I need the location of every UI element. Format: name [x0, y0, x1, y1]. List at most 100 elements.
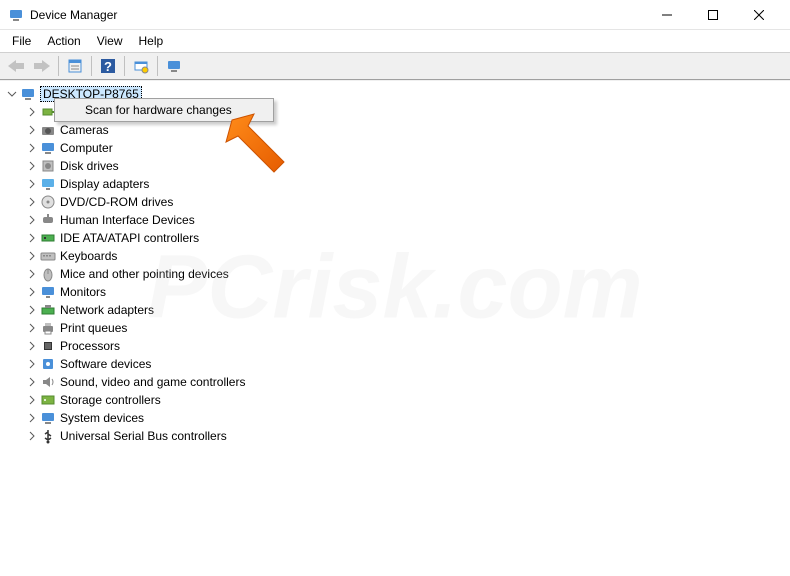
- toolbar-properties-button[interactable]: [63, 54, 87, 78]
- display-icon: [40, 176, 56, 192]
- expander-icon[interactable]: [26, 160, 38, 172]
- tree-item-label: Monitors: [60, 285, 106, 299]
- expander-icon[interactable]: [26, 106, 38, 118]
- keyboard-icon: [40, 248, 56, 264]
- maximize-button[interactable]: [690, 0, 736, 30]
- usb-icon: [40, 428, 56, 444]
- storage-icon: [40, 392, 56, 408]
- tree-item[interactable]: Mice and other pointing devices: [0, 265, 790, 283]
- tree-item[interactable]: Keyboards: [0, 247, 790, 265]
- tree-item-label: Cameras: [60, 123, 109, 137]
- tree-item-label: Computer: [60, 141, 113, 155]
- toolbar-scan-button[interactable]: [129, 54, 153, 78]
- minimize-button[interactable]: [644, 0, 690, 30]
- tree-item-label: Display adapters: [60, 177, 149, 191]
- toolbar-devices-button[interactable]: [162, 54, 186, 78]
- toolbar-help-button[interactable]: ?: [96, 54, 120, 78]
- tree-item[interactable]: DVD/CD-ROM drives: [0, 193, 790, 211]
- tree-item-label: Network adapters: [60, 303, 154, 317]
- toolbar-separator: [124, 56, 125, 76]
- menu-action[interactable]: Action: [39, 32, 88, 50]
- expander-icon[interactable]: [26, 214, 38, 226]
- toolbar-back-button[interactable]: [4, 54, 28, 78]
- camera-icon: [40, 122, 56, 138]
- toolbar-separator: [91, 56, 92, 76]
- toolbar: ?: [0, 52, 790, 80]
- toolbar-forward-button[interactable]: [30, 54, 54, 78]
- expander-icon[interactable]: [26, 286, 38, 298]
- close-button[interactable]: [736, 0, 782, 30]
- hid-icon: [40, 212, 56, 228]
- tree-item[interactable]: Network adapters: [0, 301, 790, 319]
- disk-icon: [40, 158, 56, 174]
- tree-item[interactable]: Print queues: [0, 319, 790, 337]
- printer-icon: [40, 320, 56, 336]
- window-controls: [644, 0, 782, 30]
- expander-icon[interactable]: [26, 196, 38, 208]
- expander-icon[interactable]: [6, 88, 18, 100]
- toolbar-separator: [58, 56, 59, 76]
- tree-item[interactable]: Processors: [0, 337, 790, 355]
- tree-item-label: Sound, video and game controllers: [60, 375, 245, 389]
- tree-item-label: Keyboards: [60, 249, 117, 263]
- expander-icon[interactable]: [26, 394, 38, 406]
- tree-item-label: IDE ATA/ATAPI controllers: [60, 231, 199, 245]
- expander-icon[interactable]: [26, 340, 38, 352]
- tree-item[interactable]: Human Interface Devices: [0, 211, 790, 229]
- tree-item-label: Disk drives: [60, 159, 119, 173]
- cpu-icon: [40, 338, 56, 354]
- expander-icon[interactable]: [26, 178, 38, 190]
- device-tree[interactable]: DESKTOP-P8765 BatteriesCamerasComputerDi…: [0, 80, 790, 574]
- mouse-icon: [40, 266, 56, 282]
- menu-help[interactable]: Help: [131, 32, 172, 50]
- network-icon: [40, 302, 56, 318]
- tree-item[interactable]: System devices: [0, 409, 790, 427]
- menu-file[interactable]: File: [4, 32, 39, 50]
- tree-item-label: Processors: [60, 339, 120, 353]
- tree-item[interactable]: Software devices: [0, 355, 790, 373]
- tree-item-label: Mice and other pointing devices: [60, 267, 229, 281]
- tree-item[interactable]: IDE ATA/ATAPI controllers: [0, 229, 790, 247]
- expander-icon[interactable]: [26, 412, 38, 424]
- menubar: File Action View Help: [0, 30, 790, 52]
- expander-icon[interactable]: [26, 358, 38, 370]
- software-icon: [40, 356, 56, 372]
- ide-icon: [40, 230, 56, 246]
- system-icon: [40, 410, 56, 426]
- expander-icon[interactable]: [26, 430, 38, 442]
- tree-item[interactable]: Storage controllers: [0, 391, 790, 409]
- tree-item[interactable]: Display adapters: [0, 175, 790, 193]
- tree-item-label: Print queues: [60, 321, 127, 335]
- expander-icon[interactable]: [26, 304, 38, 316]
- tree-item[interactable]: Monitors: [0, 283, 790, 301]
- expander-icon[interactable]: [26, 376, 38, 388]
- tree-item-label: Storage controllers: [60, 393, 161, 407]
- sound-icon: [40, 374, 56, 390]
- tree-item[interactable]: Disk drives: [0, 157, 790, 175]
- computer-icon: [40, 140, 56, 156]
- tree-item[interactable]: Cameras: [0, 121, 790, 139]
- svg-text:?: ?: [104, 59, 112, 74]
- app-icon: [8, 7, 24, 23]
- expander-icon[interactable]: [26, 124, 38, 136]
- expander-icon[interactable]: [26, 232, 38, 244]
- expander-icon[interactable]: [26, 250, 38, 262]
- context-scan-hardware[interactable]: Scan for hardware changes: [55, 99, 273, 121]
- tree-item[interactable]: Universal Serial Bus controllers: [0, 427, 790, 445]
- dvd-icon: [40, 194, 56, 210]
- tree-item-label: Human Interface Devices: [60, 213, 195, 227]
- tree-item-label: System devices: [60, 411, 144, 425]
- computer-icon: [20, 86, 36, 102]
- expander-icon[interactable]: [26, 322, 38, 334]
- tree-item[interactable]: Sound, video and game controllers: [0, 373, 790, 391]
- menu-view[interactable]: View: [89, 32, 131, 50]
- expander-icon[interactable]: [26, 268, 38, 280]
- tree-item[interactable]: Computer: [0, 139, 790, 157]
- window-title: Device Manager: [30, 8, 117, 22]
- expander-icon[interactable]: [26, 142, 38, 154]
- toolbar-separator: [157, 56, 158, 76]
- monitor-icon: [40, 284, 56, 300]
- tree-item-label: DVD/CD-ROM drives: [60, 195, 173, 209]
- tree-item-label: Software devices: [60, 357, 151, 371]
- tree-item-label: Universal Serial Bus controllers: [60, 429, 227, 443]
